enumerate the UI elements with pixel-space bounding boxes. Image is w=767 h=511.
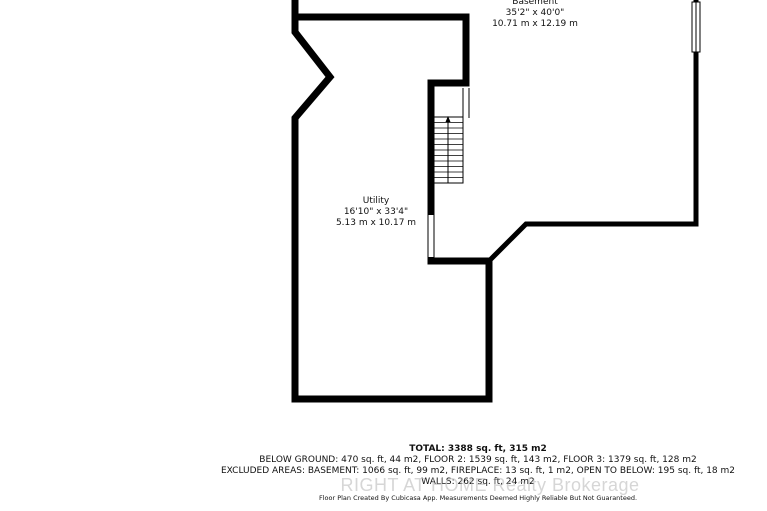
room-name: Basement [512,0,558,7]
below-ground-area: BELOW GROUND: 470 sq. ft, 44 m2, FLOOR 2… [259,455,697,465]
staircase [433,116,464,184]
room-dimensions-metric: 10.71 m x 12.19 m [492,19,578,29]
door-opening [463,88,469,118]
basement-outer-wall [487,0,699,263]
floor-plan [291,0,701,403]
brokerage-watermark: RIGHT AT HOME Realty Brokerage [340,475,640,495]
room-name: Utility [362,196,390,206]
room-dimensions-imperial: 16'10" x 33'4" [343,207,409,217]
room-dimensions-metric: 5.13 m x 10.17 m [335,218,417,228]
plan-credit: Floor Plan Created By Cubicasa App. Meas… [318,494,638,502]
room-label-utility: Utility 16'10" x 33'4" 5.13 m x 10.17 m [318,196,434,229]
total-area: TOTAL: 3388 sq. ft, 315 m2 [409,444,547,454]
room-dimensions-imperial: 35'2" x 40'0" [505,8,565,18]
room-label-basement: Basement 35'2" x 40'0" 10.71 m x 12.19 m [470,0,600,30]
